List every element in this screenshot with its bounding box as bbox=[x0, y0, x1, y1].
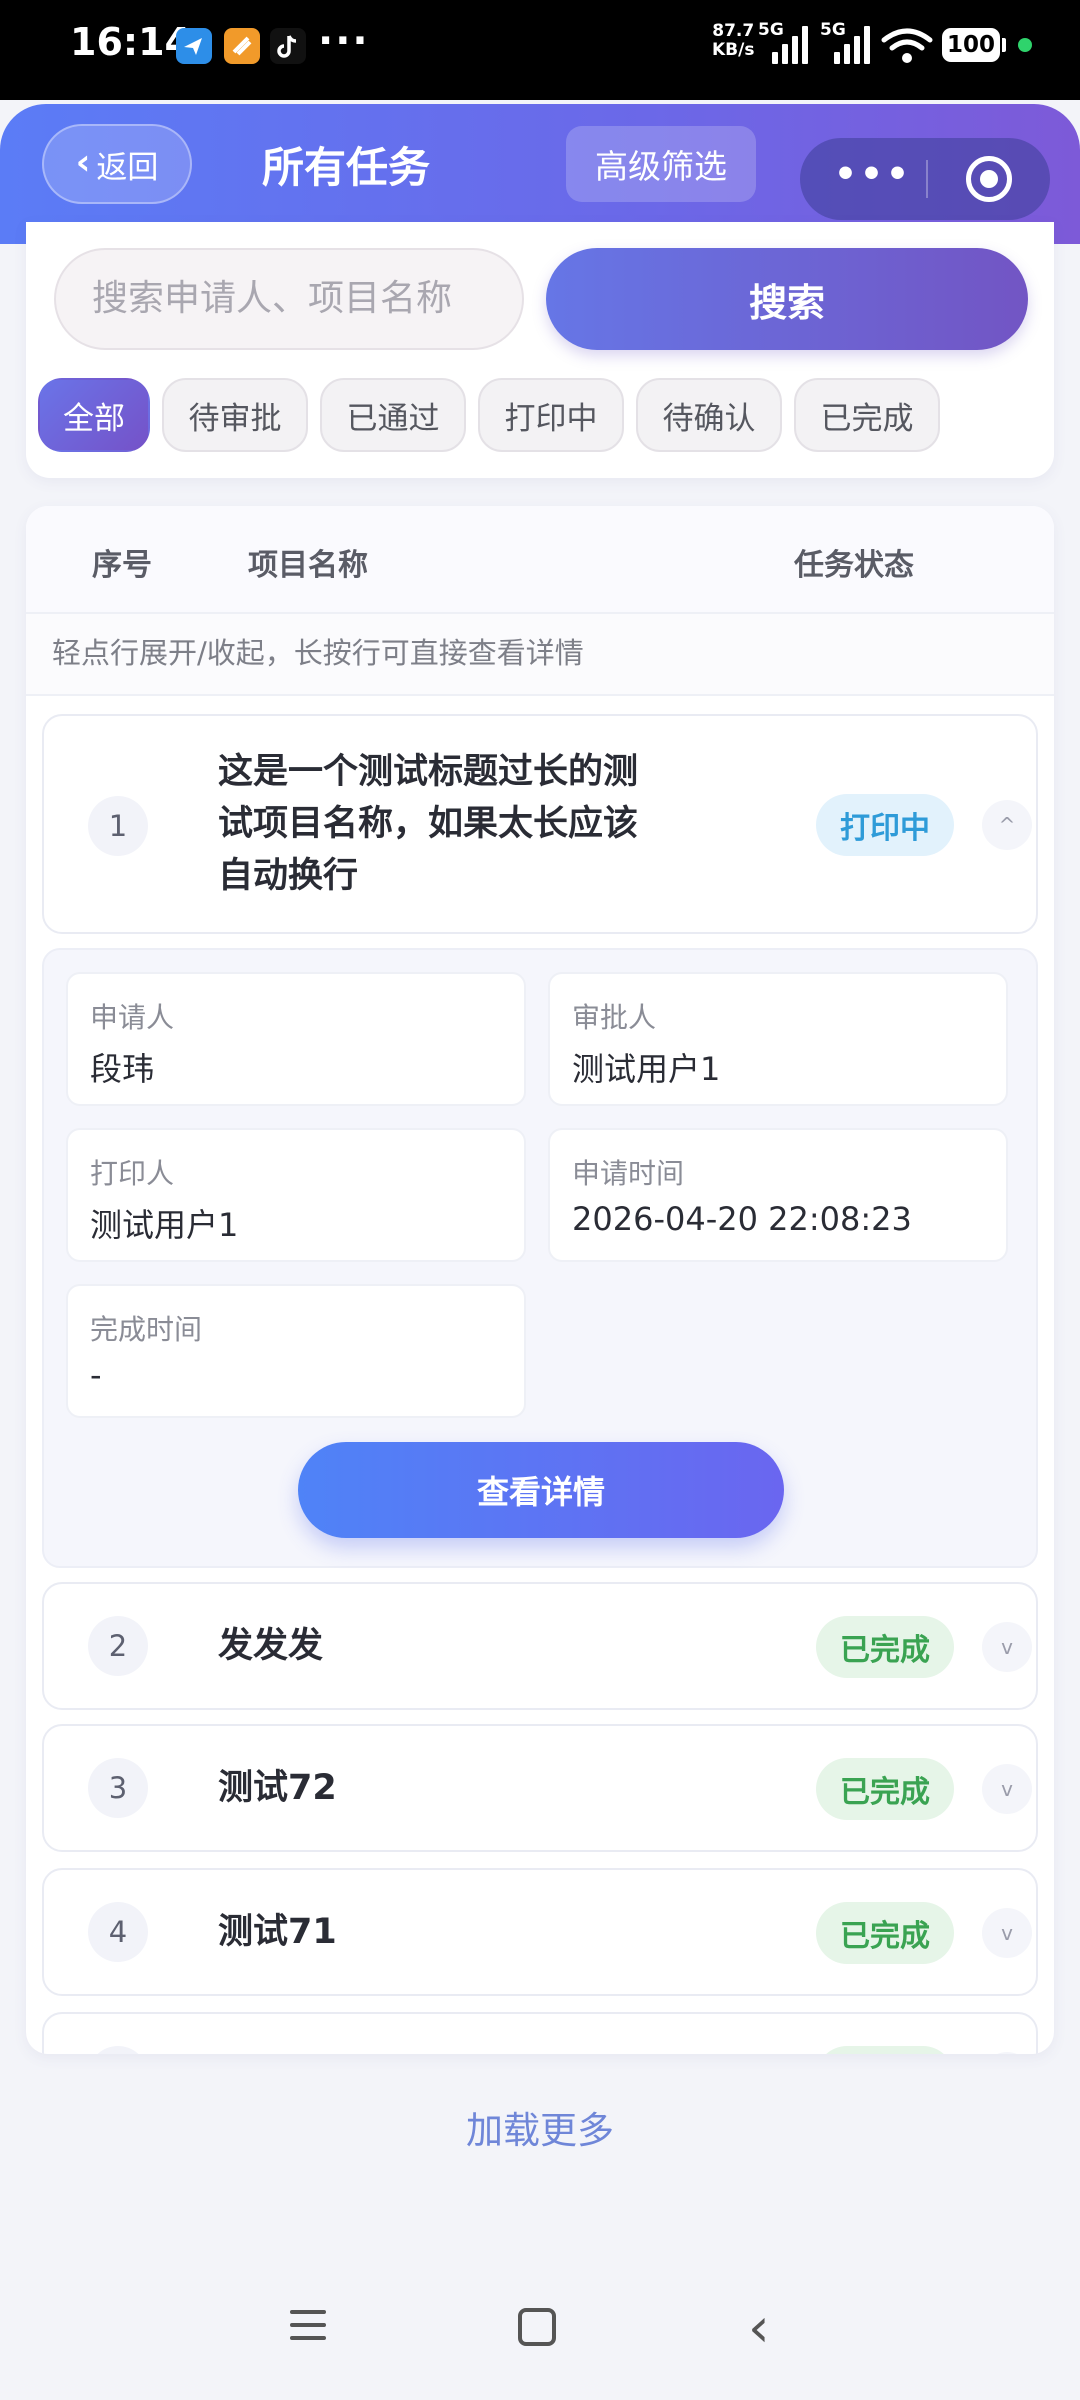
capsule-divider bbox=[926, 160, 928, 198]
detail-applicant: 申请人 段玮 bbox=[66, 972, 526, 1106]
header-task-status: 任务状态 bbox=[794, 548, 914, 583]
row-project-name-line: 自动换行 bbox=[218, 856, 359, 896]
status-badge: 打印中 bbox=[816, 794, 954, 856]
table-header: 序号 项目名称 任务状态 bbox=[26, 506, 1054, 614]
row-detail-panel: 申请人 段玮 审批人 测试用户1 打印人 测试用户1 申请时间 2026-04-… bbox=[42, 948, 1038, 1568]
system-nav-bar: ‹ bbox=[0, 2260, 1080, 2400]
status-badge: 已完成 bbox=[816, 1902, 954, 1964]
speed-unit: KB/s bbox=[712, 40, 755, 60]
detail-finish-time: 完成时间 - bbox=[66, 1284, 526, 1418]
header-project-name: 项目名称 bbox=[248, 548, 368, 583]
table-row[interactable]: 2 发发发 已完成 v bbox=[42, 1582, 1038, 1710]
mini-program-capsule: ••• bbox=[800, 138, 1050, 220]
filter-approved[interactable]: 已通过 bbox=[320, 378, 466, 452]
row-project-name: 这是一个测试标题过长的测 试项目名称，如果太长应该 自动换行 bbox=[218, 746, 638, 902]
search-button[interactable]: 搜索 bbox=[546, 248, 1028, 350]
battery-icon: 100 bbox=[942, 28, 1000, 62]
app-icon-orange bbox=[224, 28, 260, 64]
filter-pending-confirm[interactable]: 待确认 bbox=[636, 378, 782, 452]
recording-indicator-icon bbox=[1018, 38, 1032, 52]
detail-approver: 审批人 测试用户1 bbox=[548, 972, 1008, 1106]
chevron-down-icon[interactable]: v bbox=[982, 1764, 1032, 1814]
app-icon-blue bbox=[176, 28, 212, 64]
table-hint: 轻点行展开/收起，长按行可直接查看详情 bbox=[26, 614, 1054, 696]
detail-value: - bbox=[90, 1356, 102, 1394]
table-row-partial[interactable] bbox=[42, 2012, 1038, 2054]
back-button[interactable]: ‹ 返回 bbox=[42, 124, 192, 204]
network-speed: 87.7 KB/s bbox=[712, 22, 754, 60]
tiktok-icon bbox=[270, 28, 306, 64]
table-row[interactable]: 1 这是一个测试标题过长的测 试项目名称，如果太长应该 自动换行 打印中 ^ bbox=[42, 714, 1038, 934]
chevron-left-icon: ‹ bbox=[75, 141, 91, 183]
detail-value: 测试用户1 bbox=[572, 1050, 721, 1088]
row-project-name: 测试71 bbox=[218, 1912, 337, 1952]
speed-value: 87.7 bbox=[712, 21, 755, 41]
page-title: 所有任务 bbox=[262, 143, 431, 192]
detail-value: 测试用户1 bbox=[90, 1206, 239, 1244]
row-project-name: 测试72 bbox=[218, 1768, 337, 1808]
more-menu-icon[interactable]: ••• bbox=[834, 154, 912, 195]
row-index: 3 bbox=[88, 1758, 148, 1818]
detail-label: 审批人 bbox=[572, 1001, 657, 1034]
back-nav-icon[interactable]: ‹ bbox=[748, 2296, 770, 2359]
row-project-name-line: 试项目名称，如果太长应该 bbox=[218, 804, 639, 844]
home-icon[interactable] bbox=[518, 2308, 556, 2346]
detail-label: 申请时间 bbox=[572, 1157, 685, 1190]
detail-value: 2026-04-20 22:08:23 bbox=[572, 1200, 912, 1238]
advanced-filter-button[interactable]: 高级筛选 bbox=[566, 126, 756, 202]
header-index: 序号 bbox=[92, 548, 152, 583]
filter-printing[interactable]: 打印中 bbox=[478, 378, 624, 452]
back-label: 返回 bbox=[96, 149, 159, 186]
status-badge: 已完成 bbox=[816, 1758, 954, 1820]
row-index: 2 bbox=[88, 1616, 148, 1676]
status-badge-partial bbox=[816, 2046, 954, 2054]
detail-label: 完成时间 bbox=[90, 1313, 203, 1346]
task-list-panel: 序号 项目名称 任务状态 轻点行展开/收起，长按行可直接查看详情 1 这是一个测… bbox=[26, 506, 1054, 2054]
filter-all[interactable]: 全部 bbox=[38, 378, 150, 452]
detail-printer: 打印人 测试用户1 bbox=[66, 1128, 526, 1262]
search-panel: 搜索申请人、项目名称 搜索 全部 待审批 已通过 打印中 待确认 已完成 bbox=[26, 222, 1054, 478]
status-badge: 已完成 bbox=[816, 1616, 954, 1678]
search-input[interactable]: 搜索申请人、项目名称 bbox=[54, 248, 524, 350]
recent-apps-icon[interactable] bbox=[290, 2310, 326, 2349]
row-project-name-line: 这是一个测试标题过长的测 bbox=[218, 752, 639, 792]
row-index: 1 bbox=[88, 796, 148, 856]
row-project-name: 发发发 bbox=[218, 1626, 324, 1666]
chevron-down-icon[interactable] bbox=[982, 2052, 1032, 2054]
status-time: 16:14 bbox=[70, 20, 191, 64]
detail-apply-time: 申请时间 2026-04-20 22:08:23 bbox=[548, 1128, 1008, 1262]
table-row[interactable]: 3 测试72 已完成 v bbox=[42, 1724, 1038, 1852]
detail-value: 段玮 bbox=[90, 1050, 155, 1088]
battery-tip bbox=[1002, 38, 1006, 52]
row-index: 4 bbox=[88, 1902, 148, 1962]
view-detail-button[interactable]: 查看详情 bbox=[298, 1442, 784, 1538]
detail-label: 申请人 bbox=[90, 1001, 175, 1034]
detail-label: 打印人 bbox=[90, 1157, 175, 1190]
chevron-down-icon[interactable]: v bbox=[982, 1622, 1032, 1672]
more-notifications-icon: ··· bbox=[318, 18, 370, 64]
chevron-down-icon[interactable]: v bbox=[982, 1908, 1032, 1958]
filter-completed[interactable]: 已完成 bbox=[794, 378, 940, 452]
table-row[interactable]: 4 测试71 已完成 v bbox=[42, 1868, 1038, 1996]
load-more-link[interactable]: 加载更多 bbox=[0, 2100, 1080, 2154]
close-miniprogram-icon[interactable] bbox=[966, 156, 1012, 202]
row-index-partial bbox=[88, 2046, 148, 2054]
status-bar: 16:14 ··· 87.7 KB/s 5G 5G 100 bbox=[0, 0, 1080, 100]
signal-icon bbox=[834, 24, 874, 64]
chevron-up-icon[interactable]: ^ bbox=[982, 800, 1032, 850]
filter-pending-approval[interactable]: 待审批 bbox=[162, 378, 308, 452]
signal-icon bbox=[772, 24, 812, 64]
wifi-icon bbox=[880, 28, 934, 68]
